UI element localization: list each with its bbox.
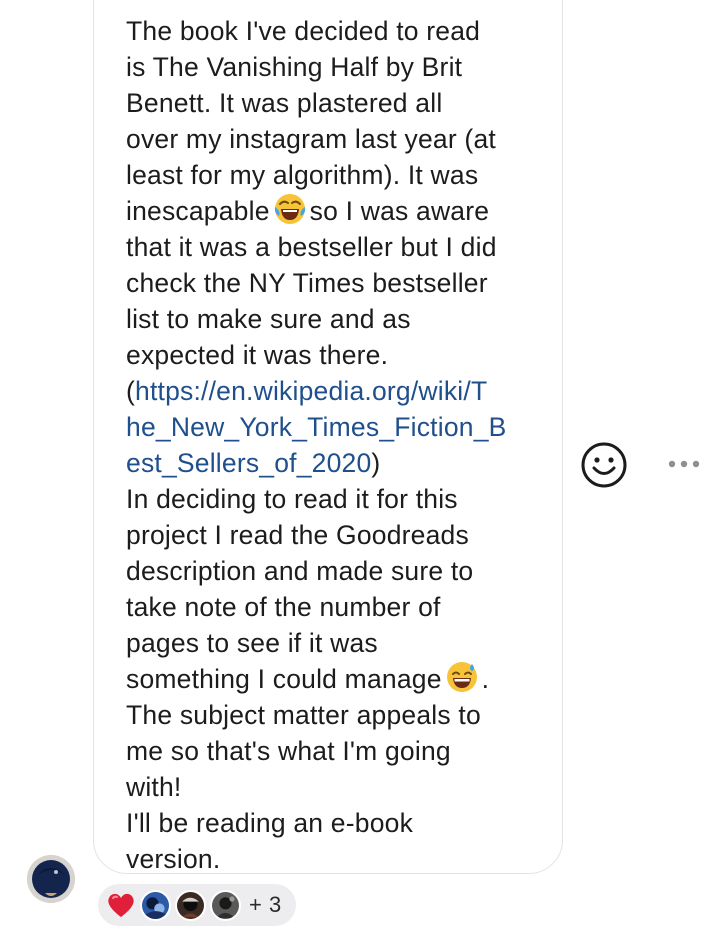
message-line: est_Sellers_of_2020): [126, 445, 538, 481]
message-line: The book I've decided to read: [126, 16, 481, 46]
face-with-tears-of-joy-emoji: [274, 193, 306, 225]
message-line: pages to see if it was: [126, 628, 378, 658]
message-line: expected it was there.: [126, 340, 389, 370]
reactor-avatar: [210, 889, 241, 921]
paren-close: ): [371, 448, 381, 478]
wikipedia-link-part-2[interactable]: he_New_York_Times_Fiction_B: [126, 412, 507, 442]
paren-open: (: [126, 376, 136, 406]
message-line: version.: [126, 844, 221, 874]
message-line: me so that's what I'm going: [126, 736, 451, 766]
message-line: I'll be reading an e-book: [126, 808, 414, 838]
reactions-bar[interactable]: + 3: [96, 882, 298, 928]
sender-avatar[interactable]: [27, 855, 75, 903]
message-line: check the NY Times bestseller: [126, 268, 488, 298]
message-line: over my instagram last year (at: [126, 124, 496, 154]
message-text-fragment: .: [481, 664, 490, 694]
message-line: that it was a bestseller but I did: [126, 232, 497, 262]
grinning-face-with-sweat-emoji: [446, 661, 478, 693]
message-line: take note of the number of: [126, 592, 441, 622]
message-line: (https://en.wikipedia.org/wiki/T: [126, 373, 538, 409]
message-line: project I read the Goodreads: [126, 520, 469, 550]
wikipedia-link-part-1[interactable]: https://en.wikipedia.org/wiki/T: [135, 376, 487, 406]
message-text: The book I've decided to read is The Van…: [126, 13, 538, 877]
reactor-avatar: [175, 889, 206, 921]
heart-icon: [106, 891, 136, 919]
message-text-fragment: so I was aware: [309, 196, 490, 226]
message-line: with!: [126, 772, 182, 802]
message-line: inescapable so I was aware: [126, 193, 538, 229]
message-text-fragment: something I could manage: [126, 664, 442, 694]
message-line: is The Vanishing Half by Brit: [126, 52, 463, 82]
add-reaction-button[interactable]: [580, 441, 628, 489]
avatar-image: [27, 855, 75, 903]
reactor-avatar: [140, 889, 171, 921]
message-line: The subject matter appeals to: [126, 700, 481, 730]
message-line: Benett. It was plastered all: [126, 88, 443, 118]
message-line: something I could manage .: [126, 661, 538, 697]
message-line: least for my algorithm). It was: [126, 160, 479, 190]
more-dots-icon: [668, 460, 700, 468]
wikipedia-link-part-3[interactable]: est_Sellers_of_2020: [126, 448, 371, 478]
message-line: list to make sure and as: [126, 304, 411, 334]
message-line: description and made sure to: [126, 556, 474, 586]
message-text-fragment: inescapable: [126, 196, 270, 226]
reaction-extra-count: + 3: [249, 892, 282, 917]
message-line: In deciding to read it for this: [126, 484, 458, 514]
smiley-face-icon: [581, 442, 627, 488]
message-line: he_New_York_Times_Fiction_B: [126, 409, 538, 445]
more-options-button[interactable]: [664, 452, 704, 476]
